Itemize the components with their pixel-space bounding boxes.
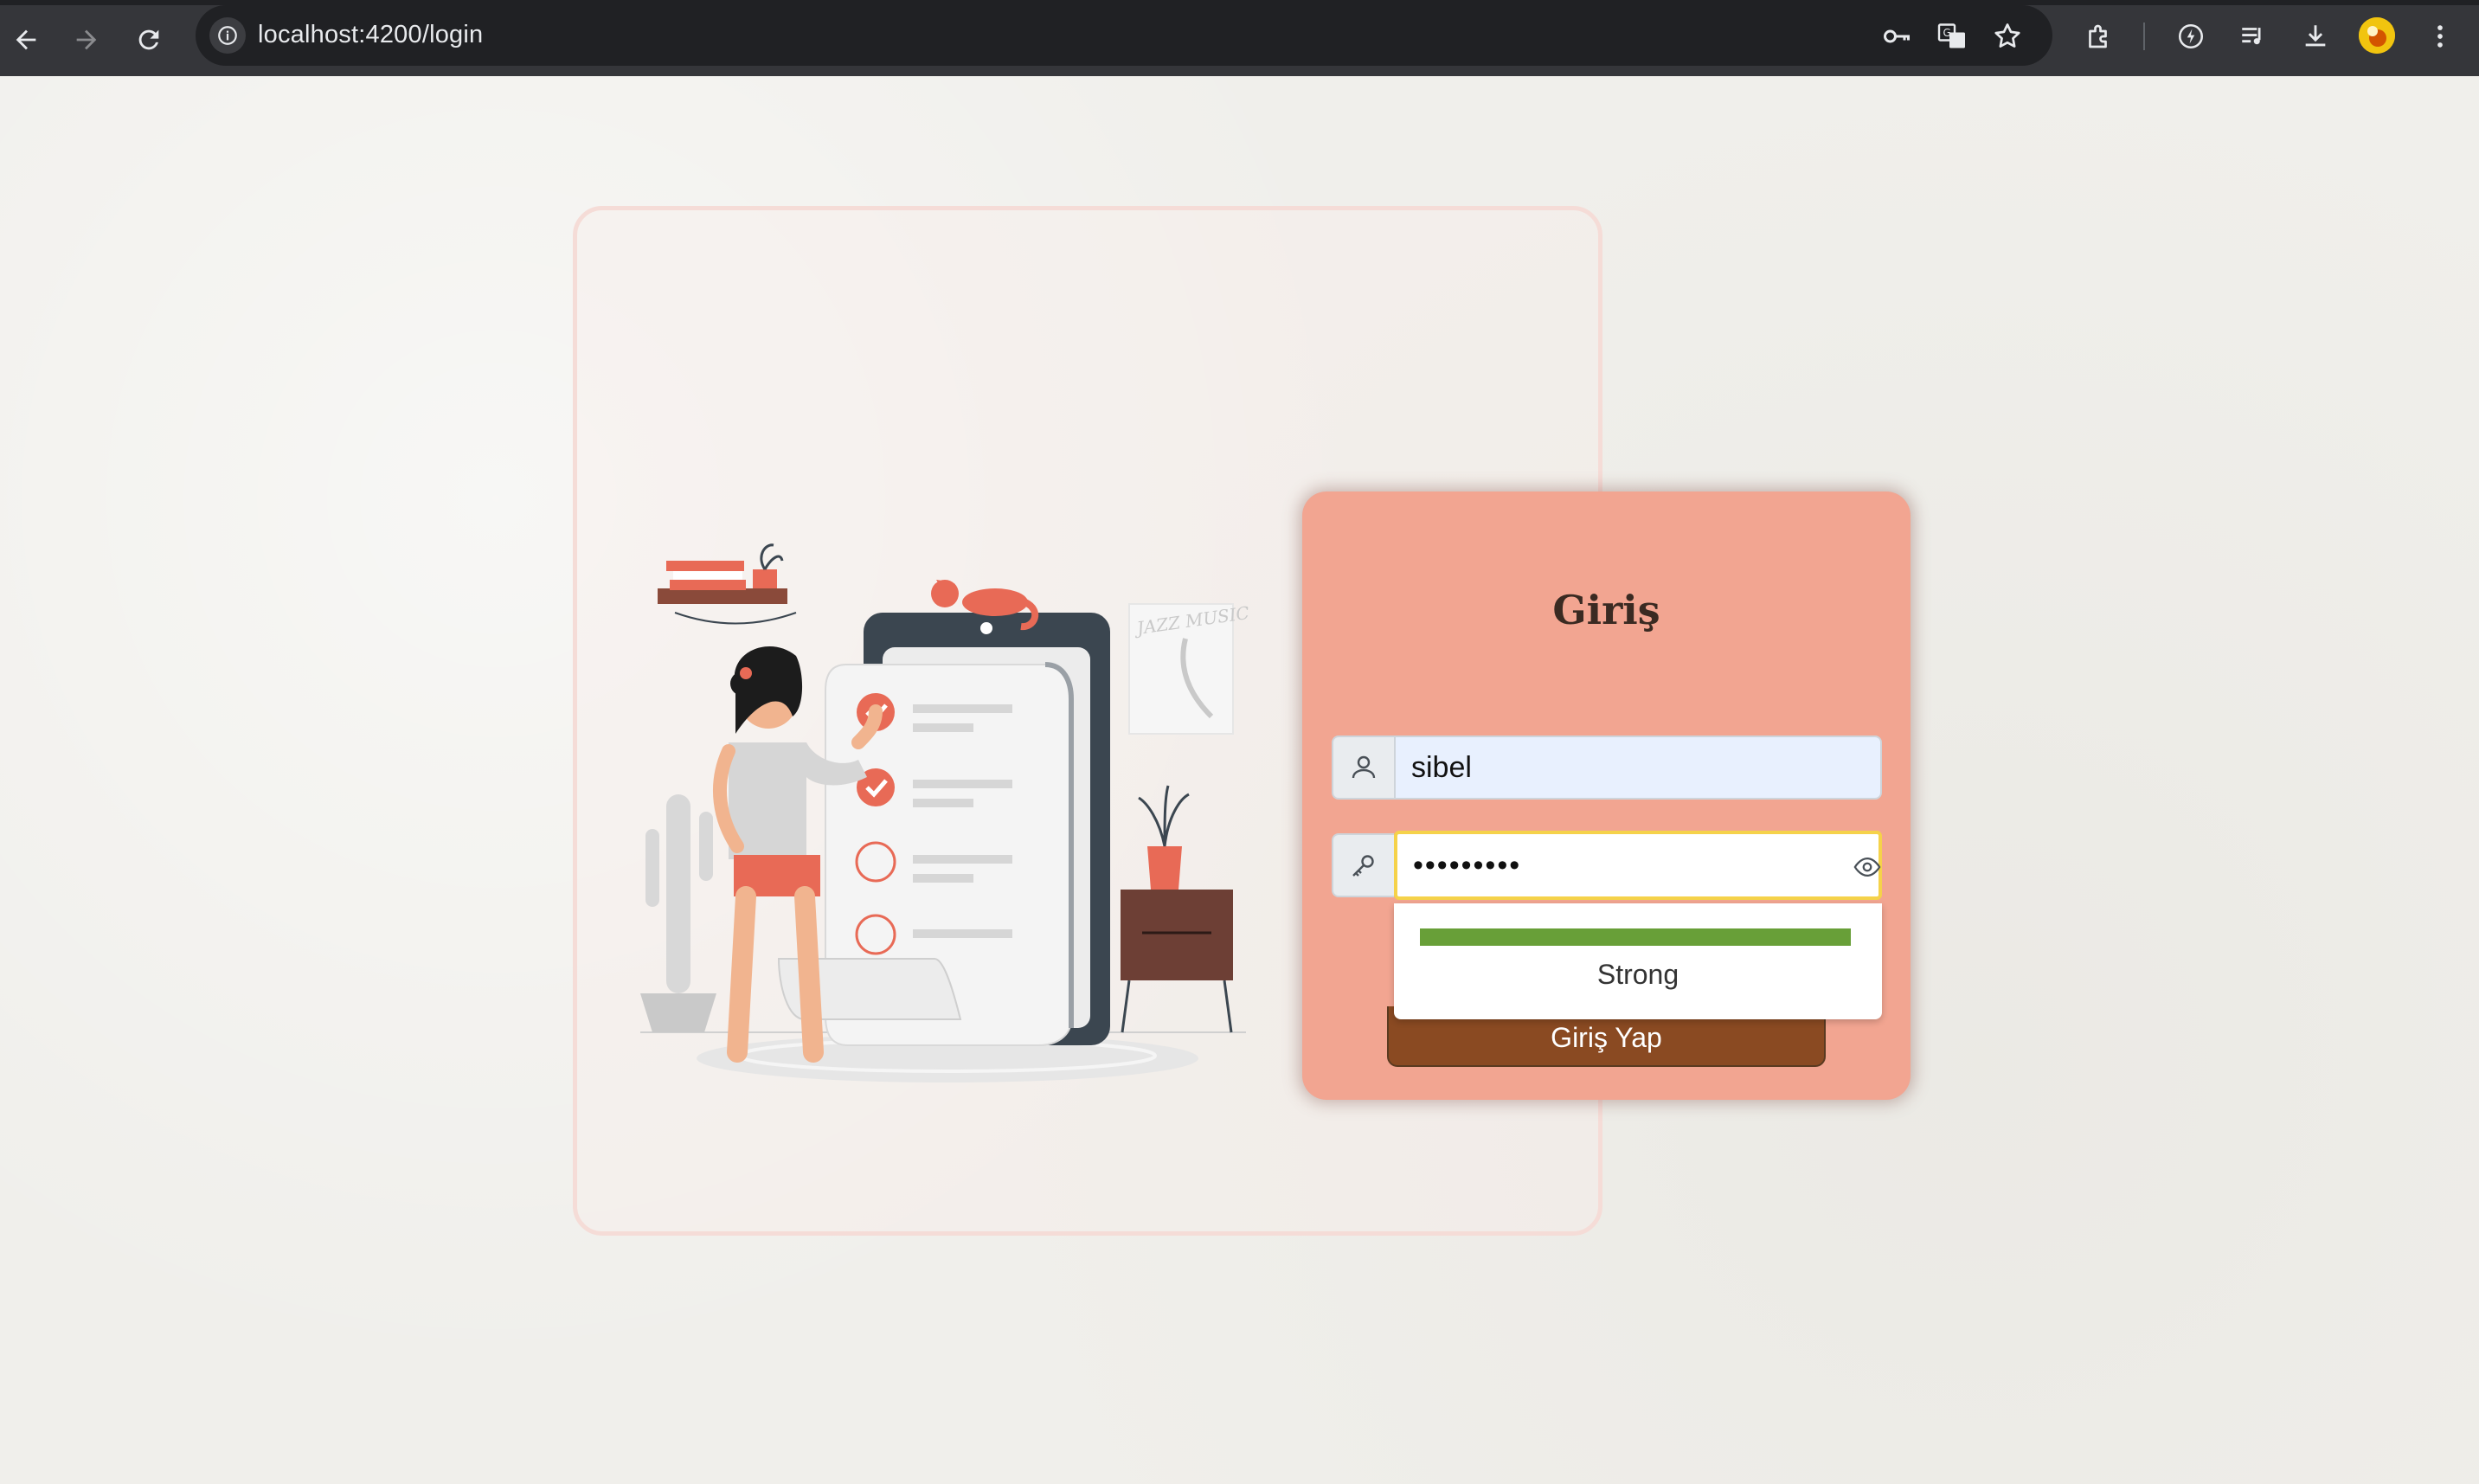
page-background: JAZZ MUSIC Giriş sibel ••••••••• Giriş Y… bbox=[0, 76, 2479, 1484]
login-title: Giriş bbox=[1552, 587, 1660, 633]
strength-label: Strong bbox=[1596, 959, 1679, 990]
cabinet bbox=[1121, 785, 1233, 1033]
reload-icon bbox=[138, 29, 159, 50]
arrow-right-icon bbox=[76, 29, 97, 50]
forward-button[interactable] bbox=[62, 16, 111, 64]
toolbar-separator bbox=[2143, 22, 2145, 50]
password-key-icon[interactable] bbox=[1881, 21, 1912, 52]
strength-meter-bar bbox=[1420, 928, 1851, 946]
url-text[interactable]: localhost:4200/login bbox=[258, 21, 483, 49]
user-icon bbox=[1352, 755, 1376, 779]
jazz-poster: JAZZ MUSIC bbox=[1128, 602, 1250, 735]
checklist-paper bbox=[777, 662, 1074, 1046]
password-strength-panel: Strong bbox=[1394, 903, 1882, 1019]
arrow-left-icon bbox=[16, 29, 36, 50]
download-icon[interactable] bbox=[2298, 19, 2333, 54]
key-icon bbox=[1352, 855, 1374, 877]
translate-icon[interactable]: G bbox=[1936, 21, 1968, 52]
media-controls-icon[interactable] bbox=[2236, 19, 2270, 54]
back-button[interactable] bbox=[2, 16, 50, 64]
password-input[interactable] bbox=[1394, 831, 1882, 900]
login-card: Giriş Giriş Yap Strong bbox=[1302, 491, 1911, 1100]
eye-icon[interactable] bbox=[1849, 849, 1885, 885]
password-addon bbox=[1332, 833, 1394, 897]
cactus bbox=[640, 794, 716, 1032]
username-addon bbox=[1332, 736, 1394, 800]
svg-text:G: G bbox=[1943, 27, 1951, 39]
profile-avatar[interactable] bbox=[2359, 17, 2395, 54]
shelf bbox=[658, 543, 797, 625]
performance-icon[interactable] bbox=[2174, 19, 2208, 54]
reload-button[interactable] bbox=[125, 16, 173, 64]
more-menu-icon[interactable] bbox=[2423, 19, 2457, 54]
address-bar[interactable]: localhost:4200/login G bbox=[196, 5, 2052, 66]
site-info-icon[interactable] bbox=[209, 17, 246, 54]
bookmark-star-icon[interactable] bbox=[1992, 21, 2023, 52]
username-input[interactable] bbox=[1394, 736, 1882, 800]
extensions-icon[interactable] bbox=[2082, 19, 2116, 54]
checklist-illustration: JAZZ MUSIC bbox=[640, 543, 1250, 1082]
browser-toolbar: localhost:4200/login G bbox=[0, 0, 2479, 76]
